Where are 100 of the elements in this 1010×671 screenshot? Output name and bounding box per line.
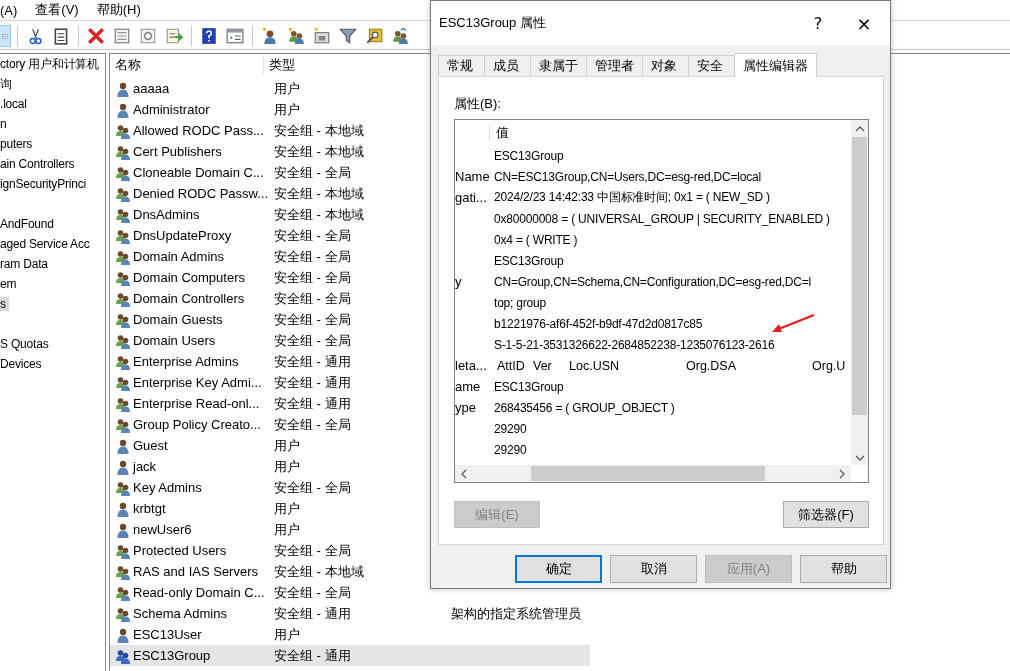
tree-item[interactable]: AndFound <box>0 217 54 231</box>
tree-item[interactable]: em <box>0 277 17 291</box>
attribute-name: ame <box>455 379 482 394</box>
group-icon <box>115 332 131 349</box>
group-icon <box>115 269 131 286</box>
scroll-right-icon[interactable] <box>839 468 845 479</box>
group-icon[interactable] <box>391 27 409 45</box>
type-cell-text: 安全组 - 全局 <box>274 478 352 497</box>
list-row[interactable]: ESC13User 用户 <box>110 624 590 645</box>
user-icon <box>115 80 131 97</box>
name-cell: krbtgt <box>133 501 166 516</box>
attribute-value: 0x80000008 = ( UNIVERSAL_GROUP | SECURITY_ENABLED ) <box>493 211 830 226</box>
tree-item[interactable]: 询 <box>0 77 12 91</box>
close-button[interactable]: × <box>838 8 890 38</box>
tree-item[interactable]: ain Controllers <box>0 157 75 171</box>
help-icon[interactable] <box>200 27 218 45</box>
tree-item[interactable]: aged Service Acc <box>0 237 90 251</box>
name-cell: DnsUpdateProxy <box>133 228 232 243</box>
vertical-scrollbar[interactable] <box>851 120 868 465</box>
find-icon[interactable] <box>365 27 383 45</box>
tree-item[interactable]: ram Data <box>0 257 48 271</box>
tree-item[interactable]: .local <box>0 97 27 111</box>
attributes-label: 属性(B): <box>454 95 501 113</box>
scroll-down-icon[interactable] <box>854 455 865 461</box>
attributes-list[interactable] <box>454 119 869 483</box>
name-cell: ESC13Group <box>133 648 211 663</box>
tree-item[interactable]: puters <box>0 137 33 151</box>
menu-item[interactable]: (A) <box>0 2 18 18</box>
attribute-value: 0x4 = ( WRITE ) <box>493 232 578 247</box>
name-cell: RAS and IAS Servers <box>133 564 258 579</box>
attribute-value: CN=ESC13Group,CN=Users,DC=esg-red,DC=local <box>493 169 762 184</box>
filter-button[interactable]: 筛选器(F) <box>783 501 869 528</box>
tree-item[interactable]: S Quotas <box>0 337 49 351</box>
group-icon <box>115 647 131 664</box>
tree-item[interactable]: s <box>0 297 9 311</box>
menu-item[interactable]: 帮助(H) <box>96 1 141 19</box>
attribute-name: Name <box>455 169 489 184</box>
type-cell-text: 安全组 - 本地域 <box>274 121 365 140</box>
name-cell: Domain Admins <box>133 249 225 264</box>
tab[interactable]: 属性编辑器 <box>734 53 817 77</box>
type-cell-text: 安全组 - 全局 <box>274 541 352 560</box>
folder-icon[interactable] <box>313 27 331 45</box>
filter-icon[interactable] <box>339 27 357 45</box>
refresh-icon[interactable] <box>139 27 157 45</box>
column-header[interactable]: 名称 <box>110 55 264 74</box>
tree-item[interactable]: Devices <box>0 357 42 371</box>
menu-item[interactable]: 查看(V) <box>35 1 79 19</box>
scroll-thumb[interactable] <box>531 466 765 481</box>
group-icon[interactable] <box>287 27 305 45</box>
dialog-title: ESC13Group 属性 <box>439 14 546 32</box>
list-row[interactable]: jack 用户 <box>110 456 590 477</box>
attribute-name: ype <box>455 400 477 415</box>
group-icon <box>115 479 131 496</box>
metadata-column: AttID <box>497 358 533 373</box>
horizontal-scrollbar[interactable] <box>455 465 851 482</box>
cancel-button[interactable]: 取消 <box>610 555 697 583</box>
tab[interactable]: 常规 <box>438 55 485 76</box>
attribute-value: ESC13Group <box>493 379 564 394</box>
list-row[interactable]: ESC13Group 安全组 - 通用 <box>110 645 590 666</box>
user-icon <box>115 101 131 118</box>
scroll-up-icon[interactable] <box>854 126 865 132</box>
clipboard-icon[interactable] <box>52 27 70 45</box>
metadata-column: Org.DSA <box>686 358 812 373</box>
name-cell: DnsAdmins <box>133 207 200 222</box>
attribute-value: top; group <box>493 295 547 310</box>
scroll-left-icon[interactable] <box>461 468 467 479</box>
metadata-column: Org.U <box>812 358 846 373</box>
attribute-name: y <box>455 274 463 289</box>
type-cell-text: 用户 <box>274 100 301 119</box>
column-header[interactable]: 值 <box>490 123 509 142</box>
group-icon <box>115 311 131 328</box>
name-cell: aaaaa <box>133 81 170 96</box>
ok-button[interactable]: 确定 <box>515 555 602 583</box>
tree-item[interactable]: n <box>0 117 7 131</box>
tree-item[interactable]: ignSecurityPrinci <box>0 177 86 191</box>
name-cell: Guest <box>133 438 168 453</box>
properties-icon[interactable] <box>113 27 131 45</box>
list-row[interactable]: Schema Admins 安全组 - 通用 架构的指定系统管理员 <box>110 603 590 624</box>
delete-icon[interactable] <box>87 27 105 45</box>
attribute-name: leta... <box>455 358 488 373</box>
tree-item[interactable]: ctory 用户和计算机 <box>0 57 99 71</box>
list-row[interactable]: Read-only Domain C... 安全组 - 全局 <box>110 582 590 603</box>
type-cell-text: 安全组 - 本地域 <box>274 184 365 203</box>
user-icon <box>115 626 131 643</box>
list-row[interactable]: Key Admins 安全组 - 全局 <box>110 477 590 498</box>
name-cell: Cloneable Domain C... <box>133 165 264 180</box>
column-header[interactable]: 类型 <box>264 55 295 74</box>
name-cell: Group Policy Creato... <box>133 417 261 432</box>
type-cell-text: 用户 <box>274 520 301 539</box>
attribute-name: gati... <box>455 190 488 205</box>
user-icon <box>115 458 131 475</box>
name-cell: newUser6 <box>133 522 192 537</box>
group-icon <box>115 227 131 244</box>
name-cell: Domain Guests <box>133 312 223 327</box>
window-icon[interactable] <box>226 27 244 45</box>
help-button[interactable]: 帮助 <box>800 555 887 583</box>
export-icon[interactable] <box>165 27 183 45</box>
scroll-thumb[interactable] <box>852 137 867 415</box>
user-icon[interactable] <box>261 27 279 45</box>
help-button[interactable]: ? <box>798 8 838 38</box>
